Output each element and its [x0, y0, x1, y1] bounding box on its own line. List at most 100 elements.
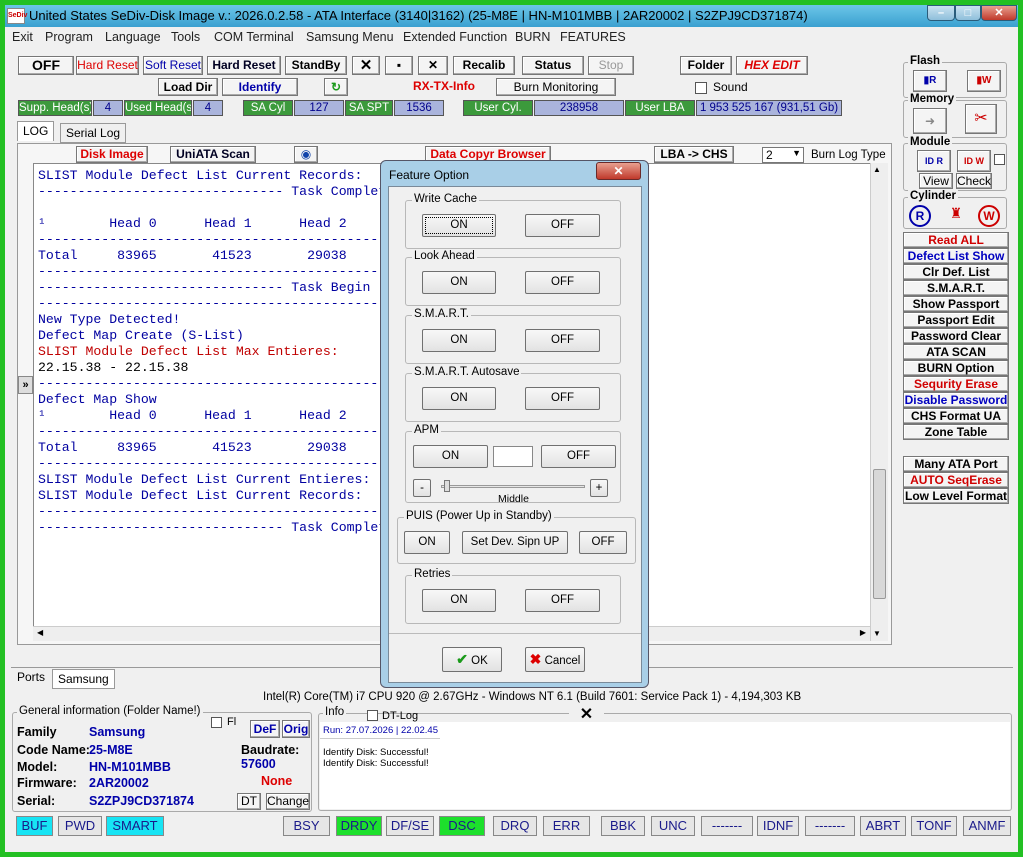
- command-sequrity-erase[interactable]: Sequrity Erase: [903, 376, 1009, 392]
- smart-on-button[interactable]: ON: [422, 329, 496, 352]
- command-s-m-a-r-t[interactable]: S.M.A.R.T.: [903, 280, 1009, 296]
- smart-autosave-on-button[interactable]: ON: [422, 387, 496, 410]
- command-read-all[interactable]: Read ALL: [903, 232, 1009, 248]
- apm-on-button[interactable]: ON: [413, 445, 488, 468]
- memory-tool-icon[interactable]: ✂: [965, 104, 997, 134]
- folder-button[interactable]: Folder: [680, 56, 732, 75]
- set-dev-spin-up-button[interactable]: Set Dev. Sipn UP: [462, 531, 568, 554]
- fl-checkbox[interactable]: [211, 717, 222, 728]
- tab-ports[interactable]: Ports: [12, 668, 51, 688]
- status-button[interactable]: Status: [522, 56, 584, 75]
- look-ahead-off-button[interactable]: OFF: [525, 271, 600, 294]
- identify-button[interactable]: Identify: [222, 78, 298, 96]
- cancel-x-icon[interactable]: ✕: [352, 56, 380, 75]
- menu-burn[interactable]: BURN: [515, 30, 550, 44]
- orig-button[interactable]: Orig: [282, 720, 310, 738]
- off-button[interactable]: OFF: [18, 56, 74, 75]
- scroll-up-icon[interactable]: ▲: [873, 165, 881, 174]
- memory-arrow-icon[interactable]: ➜: [913, 108, 947, 134]
- tools-icon[interactable]: ✕: [418, 56, 448, 75]
- apm-value-input[interactable]: [493, 446, 533, 467]
- check-button[interactable]: Check: [956, 173, 992, 189]
- dt-log-checkbox[interactable]: [367, 710, 378, 721]
- command-ata-scan[interactable]: ATA SCAN: [903, 344, 1009, 360]
- menu-tools[interactable]: Tools: [171, 30, 200, 44]
- dt-button[interactable]: DT: [237, 793, 261, 810]
- command-burn-option[interactable]: BURN Option: [903, 360, 1009, 376]
- scroll-left-icon[interactable]: ◀: [37, 628, 43, 637]
- view-button[interactable]: View: [919, 173, 953, 189]
- dialog-close-icon[interactable]: ✕: [596, 162, 641, 180]
- rx-tx-info-button[interactable]: RX-TX-Info: [404, 78, 484, 96]
- apm-slider-thumb[interactable]: [444, 480, 450, 492]
- stop-button[interactable]: Stop: [588, 56, 634, 75]
- disk-image-button[interactable]: Disk Image: [76, 146, 148, 163]
- command-passport-edit[interactable]: Passport Edit: [903, 312, 1009, 328]
- scan-icon[interactable]: ◉: [294, 146, 318, 163]
- scroll-right-icon[interactable]: ▶: [860, 628, 866, 637]
- tab-serial-log[interactable]: Serial Log: [60, 123, 127, 143]
- burn-log-select[interactable]: 2 ▼: [762, 147, 804, 163]
- log-scrollbar[interactable]: ▲ ▼: [870, 163, 888, 641]
- cylinder-flask-icon[interactable]: ♜: [948, 205, 964, 225]
- retries-off-button[interactable]: OFF: [525, 589, 600, 612]
- cylinder-read-icon[interactable]: R: [909, 205, 931, 227]
- write-cache-off-button[interactable]: OFF: [525, 214, 600, 237]
- command-disable-password[interactable]: Disable Password: [903, 392, 1009, 408]
- hard-reset-button[interactable]: Hard Reset: [207, 56, 281, 75]
- look-ahead-on-button[interactable]: ON: [422, 271, 496, 294]
- command-zone-table[interactable]: Zone Table: [903, 424, 1009, 440]
- menu-extended-function[interactable]: Extended Function: [403, 30, 507, 44]
- cylinder-write-icon[interactable]: W: [978, 205, 1000, 227]
- info-close-icon[interactable]: ✕: [569, 707, 604, 723]
- command-clr-def-list[interactable]: Clr Def. List: [903, 264, 1009, 280]
- smart-autosave-off-button[interactable]: OFF: [525, 387, 600, 410]
- refresh-icon[interactable]: ↻: [324, 78, 348, 96]
- command-defect-list-show[interactable]: Defect List Show: [903, 248, 1009, 264]
- menu-exit[interactable]: Exit: [12, 30, 33, 44]
- command-auto-seqerase[interactable]: AUTO SeqErase: [903, 472, 1009, 488]
- scroll-thumb[interactable]: [873, 469, 886, 599]
- command-password-clear[interactable]: Password Clear: [903, 328, 1009, 344]
- apm-minus-button[interactable]: -: [413, 479, 431, 497]
- smart-off-button[interactable]: OFF: [525, 329, 600, 352]
- command-low-level-format[interactable]: Low Level Format: [903, 488, 1009, 504]
- ok-button[interactable]: ✔ OK: [442, 647, 502, 672]
- standby-button[interactable]: StandBy: [285, 56, 347, 75]
- write-cache-on-button[interactable]: ON: [422, 214, 496, 237]
- hard-reset-red-button[interactable]: Hard Reset: [76, 56, 139, 75]
- retries-on-button[interactable]: ON: [422, 589, 496, 612]
- menu-samsung[interactable]: Samsung Menu: [306, 30, 394, 44]
- module-checkbox[interactable]: [994, 154, 1005, 165]
- soft-reset-button[interactable]: Soft Reset: [143, 56, 203, 75]
- load-dir-button[interactable]: Load Dir: [158, 78, 218, 96]
- tab-samsung[interactable]: Samsung: [52, 669, 115, 689]
- close-icon[interactable]: ✕: [981, 5, 1017, 21]
- menu-language[interactable]: Language: [105, 30, 161, 44]
- apm-slider-track[interactable]: [441, 485, 585, 488]
- apm-off-button[interactable]: OFF: [541, 445, 616, 468]
- uniata-scan-button[interactable]: UniATA Scan: [170, 146, 256, 163]
- maximize-icon[interactable]: □: [955, 5, 981, 21]
- scroll-down-icon[interactable]: ▼: [873, 629, 881, 638]
- flash-read-icon[interactable]: ▮R: [913, 70, 947, 92]
- flash-write-icon[interactable]: ▮W: [967, 70, 1001, 92]
- sound-checkbox[interactable]: [695, 82, 707, 94]
- lba-chs-button[interactable]: LBA -> CHS: [654, 146, 734, 163]
- puis-on-button[interactable]: ON: [404, 531, 450, 554]
- module-write-icon[interactable]: ID W: [957, 150, 991, 172]
- command-many-ata-port[interactable]: Many ATA Port: [903, 456, 1009, 472]
- hex-edit-button[interactable]: HEX EDIT: [736, 56, 808, 75]
- def-button[interactable]: DeF: [250, 720, 280, 738]
- burn-monitoring-button[interactable]: Burn Monitoring: [496, 78, 616, 96]
- apm-plus-button[interactable]: +: [590, 479, 608, 497]
- save-icon[interactable]: ▪: [385, 56, 413, 75]
- menu-program[interactable]: Program: [45, 30, 93, 44]
- menu-com-terminal[interactable]: COM Terminal: [214, 30, 294, 44]
- command-chs-format-ua[interactable]: CHS Format UA: [903, 408, 1009, 424]
- cancel-button[interactable]: ✖ Cancel: [525, 647, 585, 672]
- minimize-icon[interactable]: –: [927, 5, 955, 21]
- tab-log[interactable]: LOG: [17, 121, 55, 141]
- module-read-icon[interactable]: ID R: [917, 150, 951, 172]
- command-show-passport[interactable]: Show Passport: [903, 296, 1009, 312]
